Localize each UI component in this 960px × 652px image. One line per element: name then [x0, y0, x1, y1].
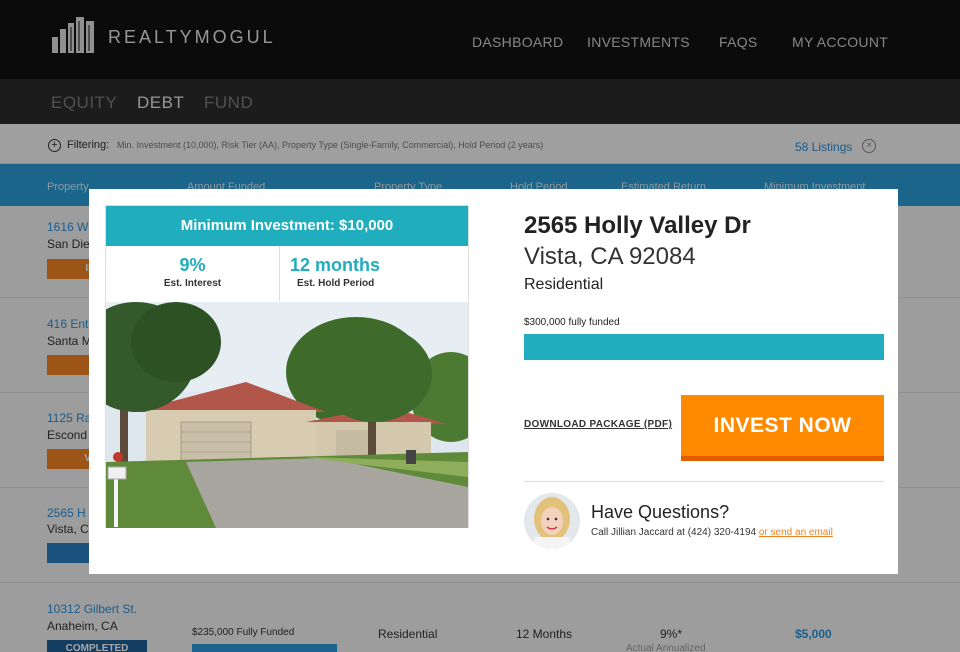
invest-now-button[interactable]: INVEST NOW	[681, 395, 884, 461]
interest-value: 9%	[179, 255, 206, 275]
avatar	[524, 493, 580, 549]
property-type: Residential	[524, 276, 604, 293]
questions-title: Have Questions?	[591, 502, 730, 522]
min-investment-banner: Minimum Investment: $10,000	[106, 206, 468, 246]
property-address-line1: 2565 Holly Valley Dr	[524, 212, 751, 239]
contact-info: Call Jillian Jaccard at (424) 320-4194 o…	[591, 527, 833, 538]
investment-modal: Minimum Investment: $10,000 9% Est. Inte…	[89, 189, 898, 574]
funded-text: $300,000 fully funded	[524, 317, 620, 328]
property-address-line2: Vista, CA 92084	[524, 243, 696, 270]
section-divider	[524, 481, 884, 482]
property-card: Minimum Investment: $10,000 9% Est. Inte…	[105, 205, 469, 528]
interest-label: Est. Interest	[163, 278, 222, 289]
interest-stat: 9% Est. Interest	[106, 246, 280, 301]
hold-label: Est. Hold Period	[297, 278, 375, 289]
contact-text: Call Jillian Jaccard at (424) 320-4194	[591, 527, 757, 538]
send-email-link[interactable]: or send an email	[759, 527, 833, 538]
hold-value: 12 months	[290, 255, 381, 275]
hold-stat: 12 months Est. Hold Period	[280, 246, 468, 301]
download-package-link[interactable]: DOWNLOAD PACKAGE (PDF)	[524, 419, 672, 430]
property-photo	[106, 302, 468, 528]
funding-progress-bar	[524, 334, 884, 360]
